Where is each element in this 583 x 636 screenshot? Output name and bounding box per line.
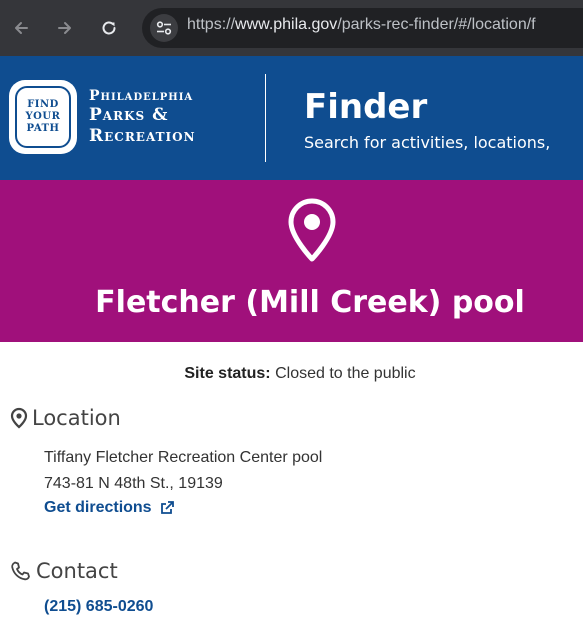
map-pin-icon bbox=[288, 198, 336, 262]
location-heading-text: Location bbox=[32, 406, 121, 430]
site-header bbox=[0, 56, 583, 180]
external-link-icon bbox=[160, 501, 174, 514]
get-directions-label: Get directions bbox=[44, 499, 152, 516]
location-address: 743-81 N 48th St., 19139 bbox=[44, 475, 223, 492]
site-info-button[interactable] bbox=[150, 14, 178, 42]
site-status: Site status: Closed to the public bbox=[0, 365, 583, 383]
organization-name[interactable]: Philadelphia Parks & Recreation bbox=[89, 88, 196, 147]
site-status-value: Closed to the public bbox=[275, 365, 416, 382]
tune-icon bbox=[156, 21, 172, 35]
find-your-path-logo[interactable]: FIND YOUR PATH bbox=[9, 80, 77, 154]
phone-link[interactable]: (215) 685-0260 bbox=[44, 598, 153, 616]
url-prefix: https:// bbox=[187, 16, 236, 33]
forward-button[interactable] bbox=[51, 14, 79, 42]
back-button[interactable] bbox=[7, 14, 35, 42]
seal-line-3: PATH bbox=[26, 123, 60, 134]
org-name-line-1: Philadelphia bbox=[89, 88, 194, 104]
get-directions-link[interactable]: Get directions bbox=[44, 499, 174, 517]
org-name-line-2: Parks & bbox=[89, 105, 169, 125]
url-host: www.phila.gov bbox=[235, 16, 338, 33]
arrow-right-icon bbox=[58, 22, 71, 34]
phone-icon bbox=[11, 561, 30, 581]
org-name-line-3: Recreation bbox=[89, 126, 196, 146]
location-heading: Location bbox=[10, 406, 121, 430]
location-pin-icon bbox=[10, 407, 28, 429]
reload-button[interactable] bbox=[95, 14, 123, 42]
arrow-left-icon bbox=[15, 22, 28, 34]
seal-line-2: YOUR bbox=[25, 111, 61, 122]
logo-seal-border: FIND YOUR PATH bbox=[15, 86, 71, 148]
url-path: /parks-rec-finder/#/location/f bbox=[337, 16, 536, 33]
contact-heading: Contact bbox=[10, 559, 118, 583]
header-divider bbox=[265, 74, 266, 162]
seal-line-1: FIND bbox=[27, 99, 59, 110]
url-text[interactable]: https://www.phila.gov/parks-rec-finder/#… bbox=[187, 16, 536, 34]
site-status-label: Site status: bbox=[184, 365, 271, 382]
app-title[interactable]: Finder bbox=[304, 87, 427, 127]
reload-icon bbox=[102, 21, 116, 35]
location-name: Tiffany Fletcher Recreation Center pool bbox=[44, 449, 323, 466]
contact-heading-text: Contact bbox=[36, 559, 118, 583]
app-subtitle: Search for activities, locations, bbox=[304, 133, 551, 152]
location-title: Fletcher (Mill Creek) pool bbox=[95, 285, 525, 320]
